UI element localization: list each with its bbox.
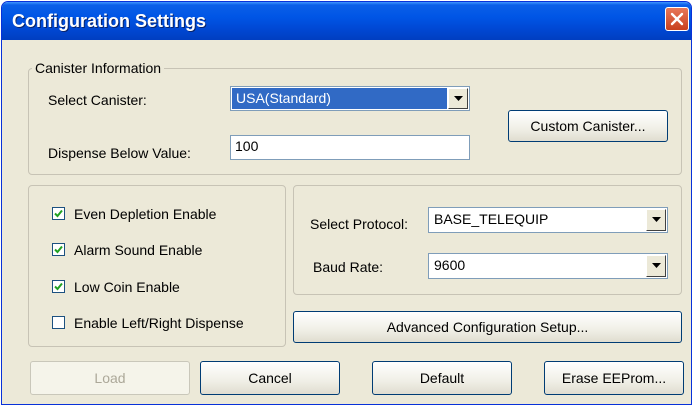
cancel-button[interactable]: Cancel	[200, 361, 340, 395]
baud-rate-dropdown-button[interactable]	[646, 255, 666, 277]
select-canister-value: USA(Standard)	[232, 88, 447, 109]
advanced-configuration-button[interactable]: Advanced Configuration Setup...	[293, 311, 682, 343]
even-depletion-checkbox[interactable]	[52, 207, 65, 220]
close-button[interactable]	[665, 7, 689, 31]
left-right-dispense-label[interactable]: Enable Left/Right Dispense	[74, 315, 244, 331]
baud-rate-label: Baud Rate:	[313, 259, 384, 275]
title-bar[interactable]: Configuration Settings	[2, 2, 691, 40]
even-depletion-label[interactable]: Even Depletion Enable	[74, 206, 216, 222]
chevron-down-icon	[652, 217, 661, 222]
close-icon	[670, 12, 684, 26]
window-title: Configuration Settings	[12, 11, 206, 31]
select-protocol-dropdown-button[interactable]	[646, 209, 666, 231]
canister-info-legend: Canister Information	[32, 60, 165, 76]
chevron-down-icon	[652, 263, 661, 268]
alarm-sound-label[interactable]: Alarm Sound Enable	[74, 242, 202, 258]
erase-eeprom-button[interactable]: Erase EEProm...	[544, 361, 684, 395]
alarm-sound-checkbox[interactable]	[52, 243, 65, 256]
baud-rate-value: 9600	[434, 257, 466, 273]
low-coin-label[interactable]: Low Coin Enable	[74, 279, 180, 295]
chevron-down-icon	[454, 96, 463, 101]
dispense-below-input[interactable]: 100	[230, 135, 470, 160]
select-canister-label: Select Canister:	[48, 92, 147, 108]
left-right-dispense-checkbox[interactable]	[52, 316, 65, 329]
select-canister-combo[interactable]: USA(Standard)	[230, 86, 470, 111]
select-protocol-combo[interactable]: BASE_TELEQUIP	[428, 207, 668, 233]
select-protocol-label: Select Protocol:	[310, 216, 409, 232]
select-protocol-value: BASE_TELEQUIP	[434, 211, 549, 227]
baud-rate-combo[interactable]: 9600	[428, 253, 668, 279]
dispense-below-label: Dispense Below Value:	[48, 145, 191, 161]
check-icon	[54, 282, 63, 291]
custom-canister-button[interactable]: Custom Canister...	[508, 110, 668, 142]
select-canister-dropdown-button[interactable]	[448, 88, 468, 109]
default-button[interactable]: Default	[372, 361, 512, 395]
check-icon	[54, 209, 63, 218]
low-coin-checkbox[interactable]	[52, 280, 65, 293]
load-button[interactable]: Load	[30, 361, 190, 395]
check-icon	[54, 245, 63, 254]
